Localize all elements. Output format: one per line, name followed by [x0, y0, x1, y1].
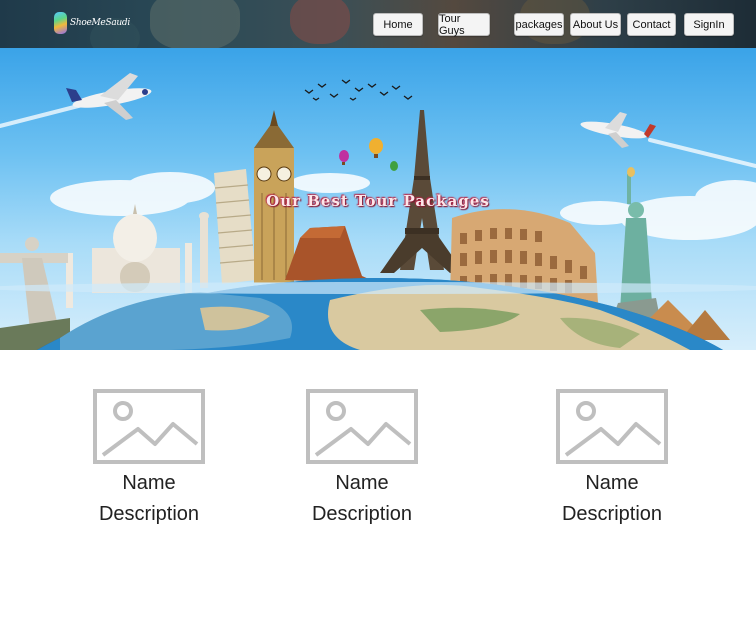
statue-of-liberty-landmark — [612, 167, 660, 320]
package-card[interactable]: Name Description — [64, 389, 234, 527]
nav-tour-guys-button[interactable]: Tour Guys — [438, 13, 490, 37]
nav-background-decoration — [150, 0, 240, 48]
package-name: Name — [585, 472, 639, 494]
hot-air-balloons — [339, 138, 398, 171]
image-placeholder-icon — [306, 389, 418, 464]
package-card[interactable]: Name Description — [277, 389, 447, 527]
site-logo[interactable]: ShoeMeSaudi — [54, 10, 130, 36]
nav-about-us-button[interactable]: About Us — [570, 13, 621, 36]
hero-title: Our Best Tour Packages — [266, 192, 490, 210]
nav-signin-button[interactable]: SignIn — [684, 13, 734, 36]
christ-the-redeemer-landmark — [0, 237, 70, 350]
package-card[interactable]: Name Description — [527, 389, 697, 527]
nav-packages-button[interactable]: packages — [514, 13, 564, 36]
logo-text: ShoeMeSaudi — [70, 18, 130, 28]
nav-home-button[interactable]: Home — [373, 13, 423, 36]
image-placeholder-icon — [93, 389, 205, 464]
hero-banner: Our Best Tour Packages — [0, 48, 756, 350]
package-name: Name — [335, 472, 389, 494]
airplane-icon — [66, 73, 152, 120]
contrail — [648, 138, 756, 168]
package-description: Description — [311, 503, 413, 525]
package-description: Description — [98, 503, 200, 525]
birds — [304, 79, 413, 101]
nav-background-decoration — [290, 0, 350, 44]
nav-contact-button[interactable]: Contact — [627, 13, 676, 36]
top-nav-bar: ShoeMeSaudi Home Tour Guys packages Abou… — [0, 0, 756, 48]
logo-icon — [54, 12, 67, 34]
airplane-icon — [580, 112, 656, 148]
leaning-tower-landmark — [214, 169, 256, 284]
monument-valley-landmark — [285, 226, 380, 284]
image-placeholder-icon — [556, 389, 668, 464]
package-description: Description — [561, 503, 663, 525]
package-name: Name — [122, 472, 176, 494]
